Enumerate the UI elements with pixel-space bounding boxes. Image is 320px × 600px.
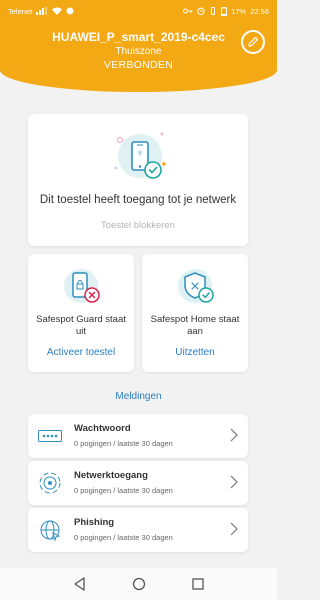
vibrate-icon: [211, 7, 216, 15]
device-name: HUAWEI_P_smart_2019-c4cec: [52, 30, 225, 44]
home-icon[interactable]: [132, 577, 146, 591]
safespot-guard-card: Safespot Guard staat uit Activeer toeste…: [28, 254, 134, 372]
access-card: Dit toestel heeft toegang tot je netwerk…: [28, 114, 248, 246]
safespot-home-card: Safespot Home staat aan Uitzetten: [142, 254, 248, 372]
password-icon: [38, 430, 62, 442]
status-bar: Telenet 17% 22:56: [0, 0, 277, 22]
notification-row-password[interactable]: Wachtwoord 0 pogingen / laatste 30 dagen: [28, 414, 248, 458]
carrier-label: Telenet: [8, 6, 33, 16]
battery-icon: [221, 6, 228, 16]
guard-status-text: Safespot Guard staat uit: [36, 314, 126, 337]
row-title: Phishing: [74, 517, 115, 528]
row-subtitle: 0 pogingen / laatste 30 dagen: [74, 439, 173, 448]
chevron-right-icon: [230, 522, 238, 536]
wifi-icon: [52, 7, 63, 15]
signal-icon: [36, 7, 48, 15]
row-subtitle: 0 pogingen / laatste 30 dagen: [74, 533, 173, 542]
row-title: Netwerktoegang: [74, 470, 148, 481]
chevron-right-icon: [230, 428, 238, 442]
alarm-icon: [197, 7, 205, 15]
phone-lock-icon: [64, 269, 100, 303]
pencil-icon: [248, 36, 259, 47]
notification-row-phishing[interactable]: Phishing 0 pogingen / laatste 30 dagen: [28, 508, 248, 552]
key-icon: [183, 8, 193, 14]
recents-icon[interactable]: [191, 577, 205, 591]
turn-off-button[interactable]: Uitzetten: [142, 347, 248, 358]
shield-icon: [178, 269, 214, 303]
row-subtitle: 0 pogingen / laatste 30 dagen: [74, 486, 173, 495]
connection-status: VERBONDEN: [103, 59, 174, 71]
home-status-text: Safespot Home staat aan: [150, 314, 240, 337]
notification-row-network[interactable]: Netwerktoegang 0 pogingen / laatste 30 d…: [28, 461, 248, 505]
globe-icon: [40, 520, 61, 542]
notifications-title: Meldingen: [115, 391, 162, 402]
block-device-button[interactable]: Toestel blokkeren: [28, 220, 248, 231]
location-label: Thuiszone: [115, 46, 162, 57]
system-nav-bar: [0, 568, 277, 600]
globe-icon-wrap: [38, 518, 62, 542]
phone-check-icon: [114, 132, 166, 179]
edit-button[interactable]: [241, 30, 265, 54]
network-icon: [39, 472, 61, 494]
clock: 22:56: [250, 6, 269, 16]
password-icon-wrap: [38, 424, 62, 448]
chevron-right-icon: [230, 475, 238, 489]
back-icon[interactable]: [73, 577, 87, 591]
access-message: Dit toestel heeft toegang tot je netwerk: [39, 194, 237, 206]
header: HUAWEI_P_smart_2019-c4cec Thuiszone VERB…: [0, 24, 277, 71]
notification-icon: [66, 7, 74, 15]
battery-percent: 17%: [231, 6, 247, 16]
activate-device-button[interactable]: Activeer toestel: [28, 347, 134, 358]
row-title: Wachtwoord: [74, 423, 131, 434]
network-icon-wrap: [38, 471, 62, 495]
